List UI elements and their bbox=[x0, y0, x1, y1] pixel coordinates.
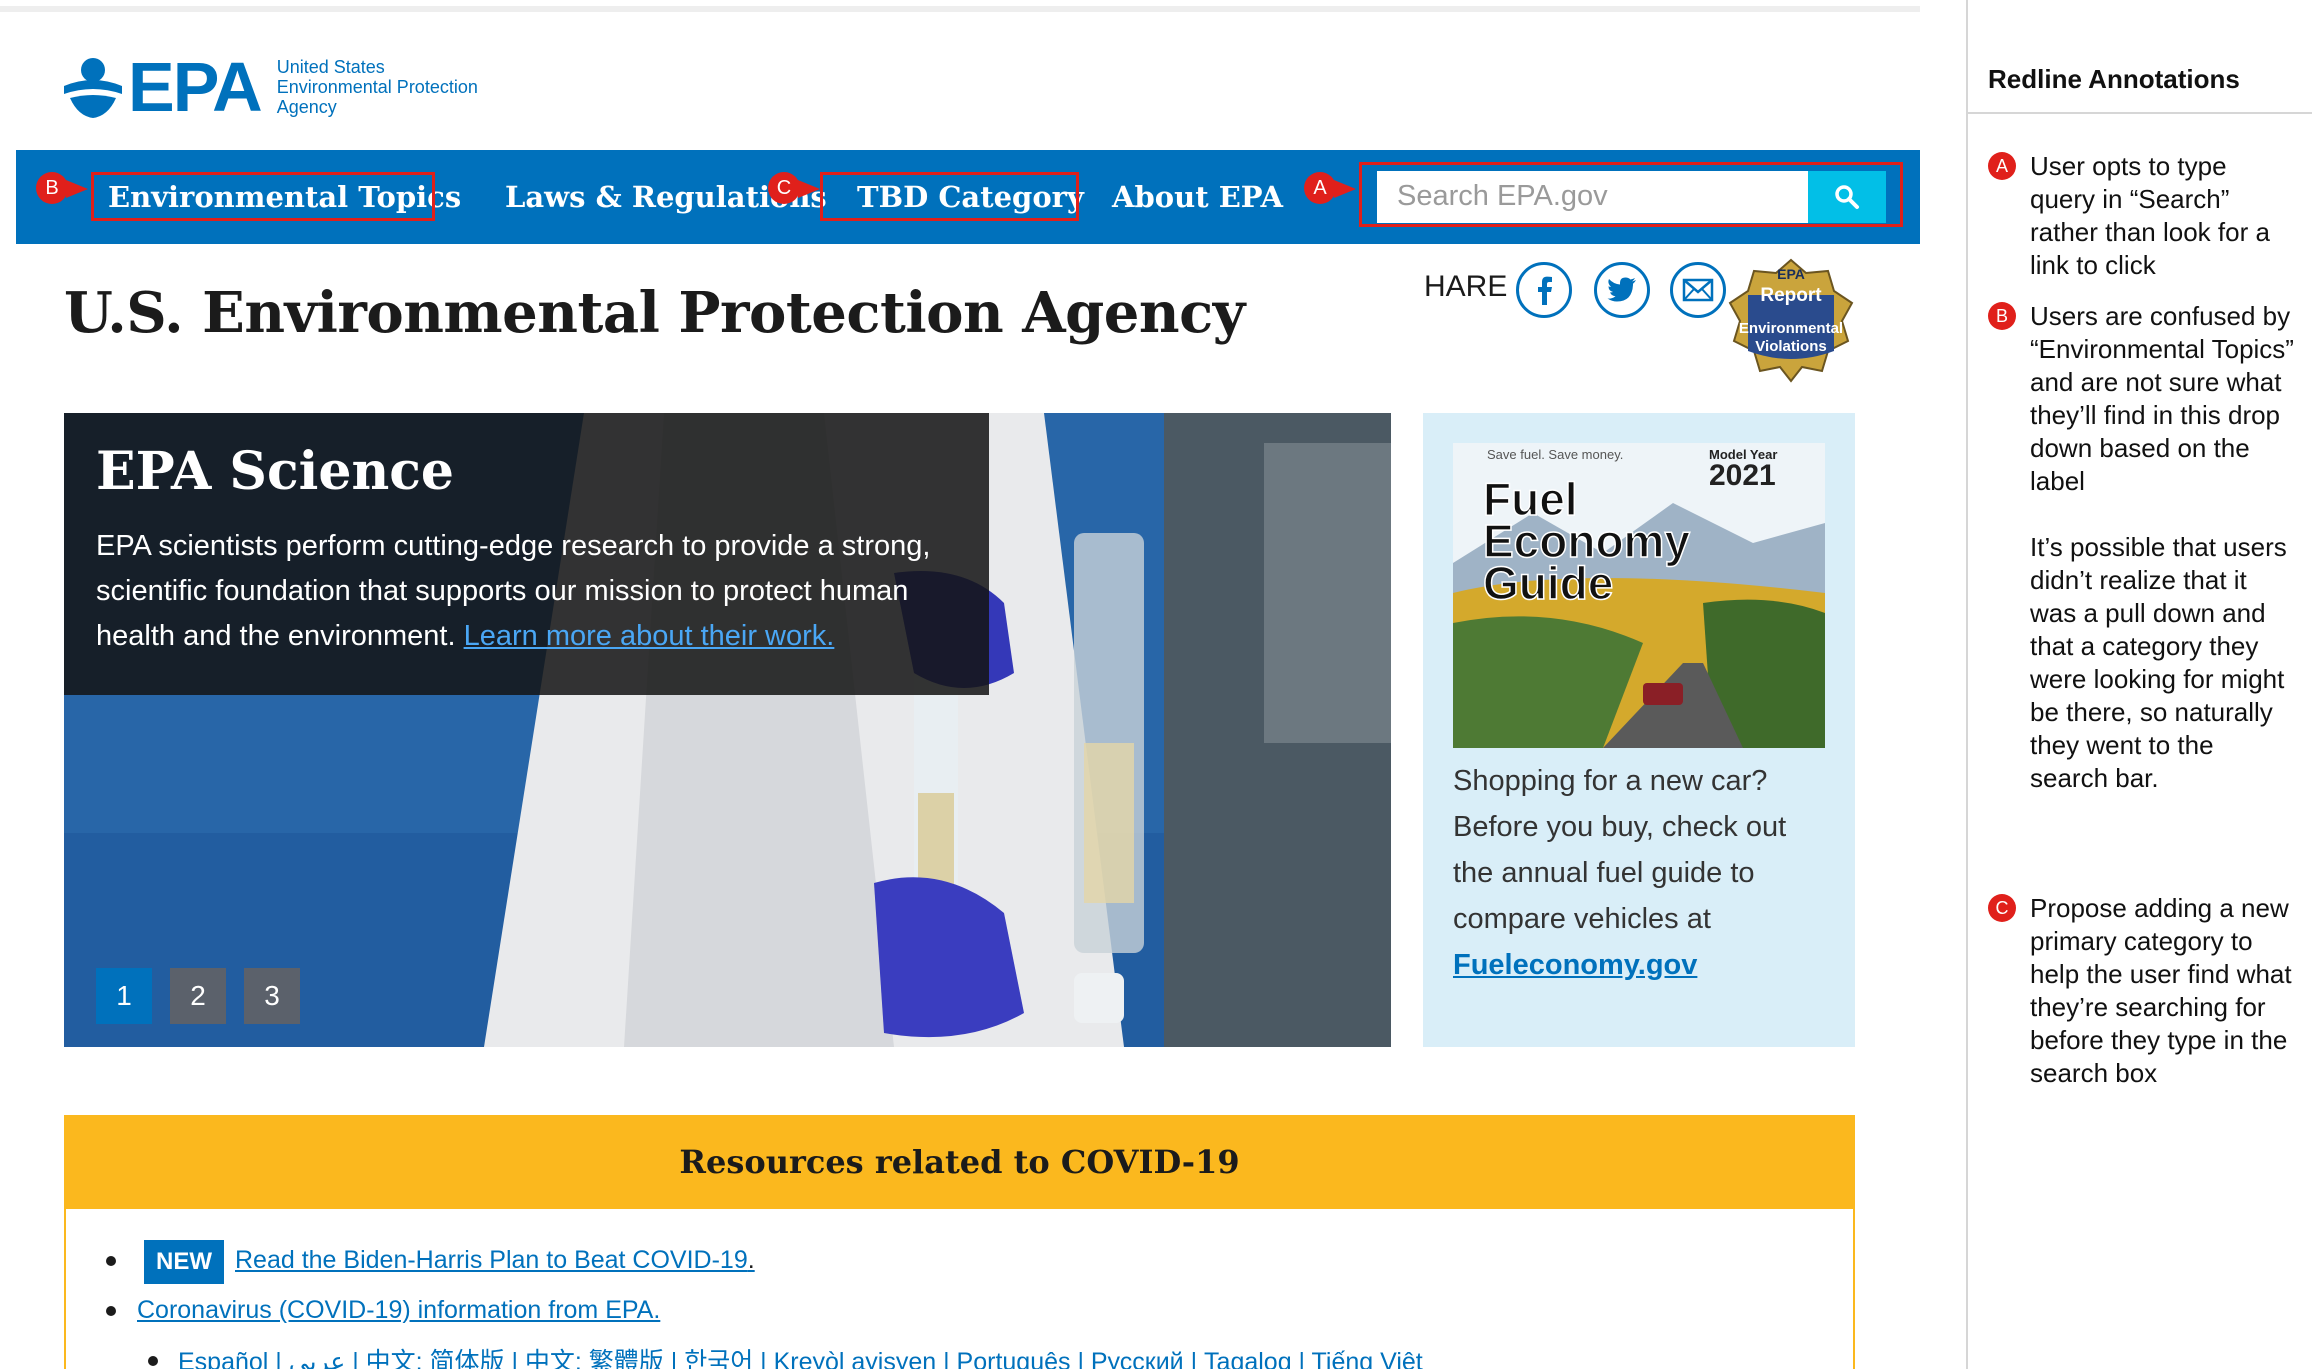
mail-icon bbox=[1682, 278, 1714, 302]
redline-box-c bbox=[820, 172, 1079, 221]
logo-sub-line: Agency bbox=[276, 97, 337, 117]
list-bullet bbox=[106, 1256, 116, 1266]
redline-box-b bbox=[91, 172, 435, 221]
biden-harris-plan-link[interactable]: Read the Biden-Harris Plan to Beat COVID… bbox=[235, 1246, 755, 1275]
annotation-c: C Propose adding a new primary category … bbox=[1988, 892, 2298, 1090]
covid-heading: Resources related to COVID-19 bbox=[64, 1115, 1855, 1209]
hero-learn-more-link[interactable]: Learn more about their work. bbox=[464, 620, 835, 652]
email-share-button[interactable] bbox=[1670, 262, 1726, 318]
facebook-icon bbox=[1538, 276, 1552, 305]
nav-item-about-epa[interactable]: About EPA bbox=[1112, 150, 1283, 244]
annotation-marker-b: B bbox=[1988, 302, 2016, 330]
annotation-b-text-2: It’s possible that users didn’t realize … bbox=[2030, 532, 2287, 793]
annotation-b-text: Users are confused by “Environmental Top… bbox=[2030, 301, 2294, 496]
carousel-page-3[interactable]: 3 bbox=[244, 968, 300, 1024]
covid-language-links[interactable]: Español | عربي | 中文: 简体版 | 中文: 繁體版 | 한국어… bbox=[178, 1342, 1423, 1369]
annotation-a-text: User opts to type query in “Search” rath… bbox=[2030, 151, 2270, 280]
biden-harris-plan-link-text[interactable]: Read the Biden-Harris Plan to Beat COVID… bbox=[235, 1246, 748, 1274]
promo-title-3: Guide bbox=[1483, 557, 1613, 609]
list-bullet bbox=[106, 1306, 116, 1316]
share-label: HARE bbox=[1424, 270, 1508, 303]
annotation-b: B Users are confused by “Environmental T… bbox=[1988, 300, 2298, 795]
logo-sub-line: Environmental Protection bbox=[276, 77, 478, 97]
annotations-divider bbox=[1968, 112, 2312, 114]
hero-title: EPA Science bbox=[96, 441, 455, 502]
carousel-page-2[interactable]: 2 bbox=[170, 968, 226, 1024]
promo-description: Shopping for a new car? Before you buy, … bbox=[1453, 765, 1787, 935]
marker-a-pointer bbox=[1334, 180, 1356, 198]
list-item-period: . bbox=[747, 1246, 755, 1274]
badge-line-3: Environmental bbox=[1739, 320, 1843, 337]
new-badge: NEW bbox=[144, 1240, 224, 1284]
promo-tagline: Save fuel. Save money. bbox=[1487, 447, 1623, 462]
redline-annotations-pane: Redline Annotations A User opts to type … bbox=[1966, 0, 2312, 1369]
badge-line-4: Violations bbox=[1755, 338, 1826, 355]
badge-line-2: Report bbox=[1760, 285, 1822, 306]
facebook-share-button[interactable] bbox=[1516, 262, 1572, 318]
fuel-economy-promo: Save fuel. Save money. Model Year 2021 F… bbox=[1423, 413, 1855, 1047]
hero-text: EPA scientists perform cutting-edge rese… bbox=[96, 524, 957, 659]
promo-text: Shopping for a new car? Before you buy, … bbox=[1453, 758, 1833, 988]
twitter-share-button[interactable] bbox=[1594, 262, 1650, 318]
annotations-title: Redline Annotations bbox=[1988, 64, 2240, 94]
annotation-marker-a: A bbox=[1988, 152, 2016, 180]
carousel-page-1[interactable]: 1 bbox=[96, 968, 152, 1024]
promo-model-year: 2021 bbox=[1709, 459, 1776, 492]
badge-line-1: EPA bbox=[1777, 266, 1805, 282]
epa-logo[interactable]: EPA United States Environmental Protecti… bbox=[62, 52, 478, 122]
marker-b-pointer bbox=[66, 180, 88, 198]
list-bullet bbox=[148, 1356, 158, 1366]
annotation-c-text: Propose adding a new primary category to… bbox=[2030, 893, 2292, 1088]
annotation-a: A User opts to type query in “Search” ra… bbox=[1988, 150, 2298, 282]
marker-b: B bbox=[36, 172, 68, 204]
fueleconomy-link[interactable]: Fueleconomy.gov bbox=[1453, 949, 1697, 981]
marker-c-pointer bbox=[798, 180, 820, 198]
marker-a: A bbox=[1304, 172, 1336, 204]
report-violations-badge[interactable]: EPA Report Environmental Violations bbox=[1726, 255, 1856, 385]
fuel-economy-guide-image[interactable]: Save fuel. Save money. Model Year 2021 F… bbox=[1453, 443, 1825, 748]
twitter-icon bbox=[1607, 277, 1636, 302]
hero-caption: EPA Science EPA scientists perform cutti… bbox=[64, 413, 989, 695]
logo-sub-line: United States bbox=[276, 57, 385, 77]
marker-c: C bbox=[768, 172, 800, 204]
redline-box-a bbox=[1359, 162, 1903, 227]
epa-flower-icon bbox=[64, 58, 122, 118]
hero-carousel[interactable]: EPA Science EPA scientists perform cutti… bbox=[64, 413, 1391, 1047]
logo-subtitle: United States Environmental Protection A… bbox=[277, 57, 478, 117]
logo-wordmark: EPA bbox=[128, 48, 263, 126]
annotation-marker-c: C bbox=[1988, 894, 2016, 922]
covid-info-link[interactable]: Coronavirus (COVID-19) information from … bbox=[137, 1296, 660, 1325]
page-title: U.S. Environmental Protection Agency bbox=[64, 280, 1245, 346]
top-border bbox=[0, 6, 1920, 12]
